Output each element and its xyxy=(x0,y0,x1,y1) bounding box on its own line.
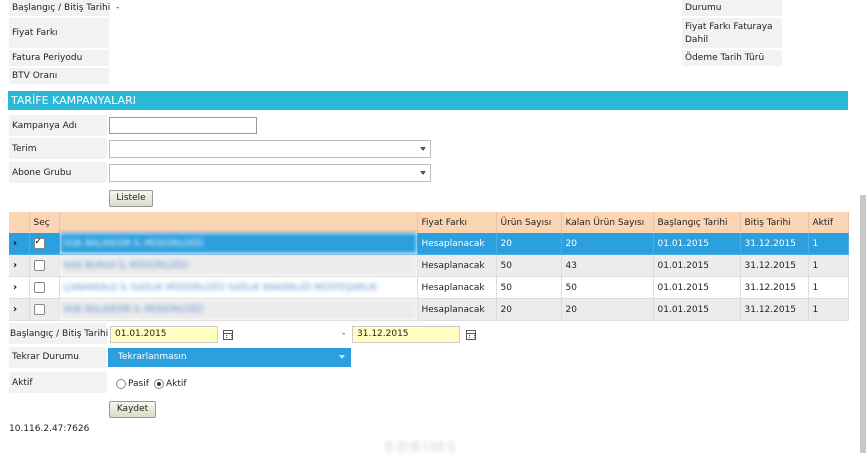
campaign-name-cell: SGK BURSA İL MÜDÜRLÜĞÜ xyxy=(59,254,418,277)
expand-arrow-icon[interactable]: › xyxy=(13,238,17,249)
subscriber-group-select[interactable] xyxy=(109,164,431,182)
radio-passive[interactable] xyxy=(116,379,126,389)
row-checkbox[interactable] xyxy=(33,260,45,271)
product-count-cell: 50 xyxy=(496,254,562,277)
campaign-name-input[interactable] xyxy=(109,117,257,134)
repeat-select-value: Tekrarlanmasın xyxy=(118,352,187,362)
start-date-cell: 01.01.2015 xyxy=(653,298,741,321)
campaign-name-cell: SGK BALIKESİR İL MÜDÜRLÜĞÜ xyxy=(59,298,418,321)
col-price-diff[interactable]: Fiyat Farkı xyxy=(417,212,497,233)
active-cell: 1 xyxy=(808,233,849,255)
col-name[interactable] xyxy=(59,212,418,233)
end-date-cell: 31.12.2015 xyxy=(740,254,809,277)
price-diff-cell: Hesaplanacak xyxy=(417,233,497,255)
product-count-cell: 20 xyxy=(496,233,562,255)
save-button[interactable]: Kaydet xyxy=(109,401,156,418)
campaign-name-cell: SGK BALIKESİR İL MÜDÜRLÜĞÜ xyxy=(59,233,418,255)
table-header-row: Seç Fiyat Farkı Ürün Sayısı Kalan Ürün S… xyxy=(9,212,849,233)
chevron-down-icon xyxy=(420,171,426,175)
remaining-cell: 20 xyxy=(561,298,654,321)
active-cell: 1 xyxy=(808,298,849,321)
start-date-cell: 01.01.2015 xyxy=(653,233,741,255)
expand-arrow-icon[interactable]: › xyxy=(13,304,17,315)
label-payment-date-type-text: Ödeme Tarih Türü xyxy=(685,53,765,63)
subscriber-group-select-value xyxy=(110,168,114,178)
table-row[interactable]: › SGK BALIKESİR İL MÜDÜRLÜĞÜ Hesaplanaca… xyxy=(9,298,849,321)
remaining-cell: 50 xyxy=(561,276,654,299)
active-cell: 1 xyxy=(808,254,849,277)
label-subscriber-group-text: Abone Grubu xyxy=(12,168,72,178)
col-start[interactable]: Başlangıç Tarihi xyxy=(653,212,741,233)
date-separator: - xyxy=(342,329,346,339)
table-row[interactable]: › ÇANAKKALE İL SAĞLIK MÜDÜRLÜĞÜ SAĞLIK B… xyxy=(9,276,849,299)
row-checkbox[interactable] xyxy=(33,282,45,293)
row-checkbox[interactable] xyxy=(33,237,45,249)
label-date-range-text: Başlangıç / Bitiş Tarihi xyxy=(12,3,111,13)
col-select[interactable]: Seç xyxy=(29,212,60,233)
start-date-cell: 01.01.2015 xyxy=(653,254,741,277)
calendar-icon[interactable] xyxy=(223,330,233,340)
product-count-cell: 50 xyxy=(496,276,562,299)
footer-ip: 10.116.2.47:7626 xyxy=(9,424,90,434)
list-button[interactable]: Listele xyxy=(109,190,153,207)
repeat-select[interactable]: Tekrarlanmasın xyxy=(108,348,351,367)
watermark-logo: EDRIMS xyxy=(385,440,459,456)
label-invoice-period-text: Fatura Periyodu xyxy=(12,53,83,63)
expand-arrow-icon[interactable]: › xyxy=(13,260,17,271)
section-title: TARİFE KAMPANYALARI xyxy=(8,91,848,110)
label-repeat-text: Tekrar Durumu xyxy=(12,352,80,362)
price-diff-cell: Hesaplanacak xyxy=(417,276,497,299)
end-date-cell: 31.12.2015 xyxy=(740,298,809,321)
vertical-scrollbar[interactable] xyxy=(860,195,866,453)
col-remaining[interactable]: Kalan Ürün Sayısı xyxy=(561,212,654,233)
label-status-text: Durumu xyxy=(685,3,722,13)
radio-active[interactable] xyxy=(154,379,164,389)
calendar-icon[interactable] xyxy=(466,330,476,340)
chevron-down-icon xyxy=(339,355,345,359)
product-count-cell: 20 xyxy=(496,298,562,321)
start-date-input[interactable]: 01.01.2015 xyxy=(110,326,218,343)
label-bottom-date-text: Başlangıç / Bitiş Tarihi xyxy=(10,329,109,339)
table-row[interactable]: › SGK BURSA İL MÜDÜRLÜĞÜ Hesaplanacak 50… xyxy=(9,254,849,277)
remaining-cell: 20 xyxy=(561,233,654,255)
price-diff-cell: Hesaplanacak xyxy=(417,254,497,277)
active-cell: 1 xyxy=(808,276,849,299)
remaining-cell: 43 xyxy=(561,254,654,277)
label-term-text: Terim xyxy=(12,144,37,154)
label-price-diff-text: Fiyat Farkı xyxy=(12,28,58,38)
row-checkbox[interactable] xyxy=(33,304,45,315)
campaign-table: Seç Fiyat Farkı Ürün Sayısı Kalan Ürün S… xyxy=(9,212,849,321)
col-product-count[interactable]: Ürün Sayısı xyxy=(496,212,562,233)
start-date-cell: 01.01.2015 xyxy=(653,276,741,299)
col-active[interactable]: Aktif xyxy=(808,212,849,233)
expand-arrow-icon[interactable]: › xyxy=(13,282,17,293)
chevron-down-icon xyxy=(420,147,426,151)
label-campaign-name-text: Kampanya Adı xyxy=(12,121,77,131)
campaign-name-cell: ÇANAKKALE İL SAĞLIK MÜDÜRLÜĞÜ SAĞLIK BAK… xyxy=(59,276,418,299)
end-date-cell: 31.12.2015 xyxy=(740,233,809,255)
label-price-diff-invoice-text: Fiyat Farkı Faturaya Dahil xyxy=(685,22,773,45)
label-active-text: Aktif xyxy=(12,378,33,388)
term-select[interactable] xyxy=(109,140,431,158)
term-select-value xyxy=(110,144,114,154)
radio-passive-label[interactable]: Pasif xyxy=(128,379,149,389)
radio-active-label[interactable]: Aktif xyxy=(166,379,187,389)
end-date-cell: 31.12.2015 xyxy=(740,276,809,299)
label-btv-rate-text: BTV Oranı xyxy=(12,71,58,81)
col-end[interactable]: Bitiş Tarihi xyxy=(740,212,809,233)
value-date-range: - xyxy=(116,3,120,13)
end-date-input[interactable]: 31.12.2015 xyxy=(352,326,460,343)
price-diff-cell: Hesaplanacak xyxy=(417,298,497,321)
table-row[interactable]: › SGK BALIKESİR İL MÜDÜRLÜĞÜ Hesaplanaca… xyxy=(9,233,849,255)
col-expand xyxy=(9,212,30,233)
